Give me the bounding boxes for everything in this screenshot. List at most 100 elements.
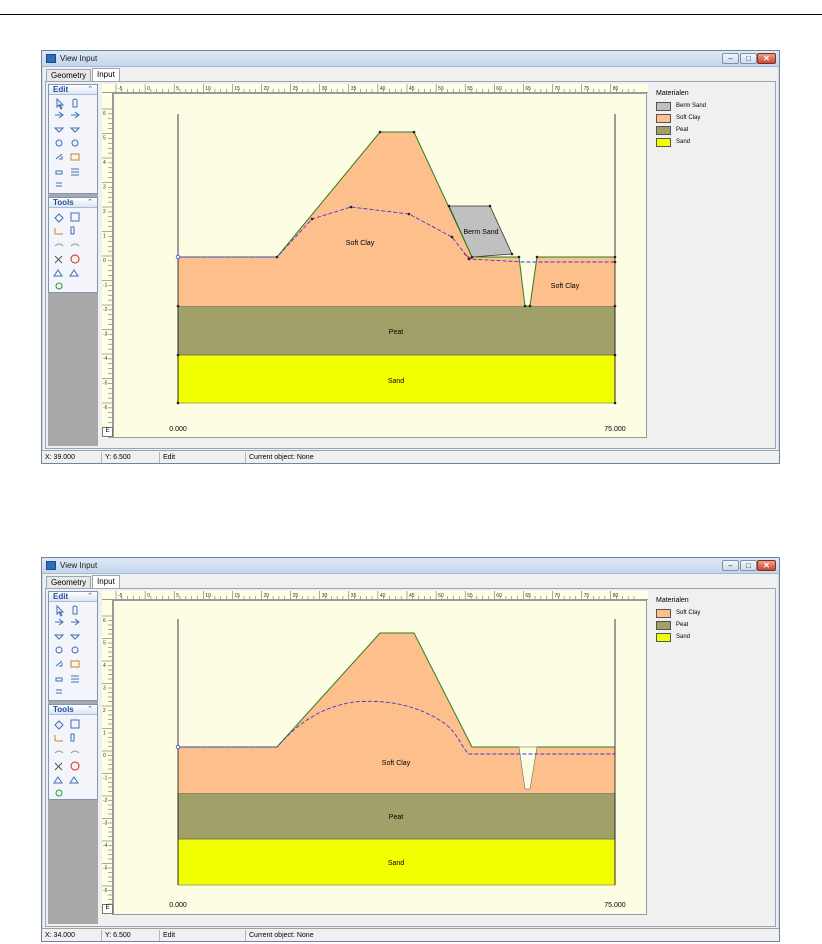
tab-geometry[interactable]: Geometry [46,69,92,81]
close-button[interactable]: ✕ [757,53,776,64]
ruler-label: -1 [103,283,108,289]
grid-icon[interactable] [71,675,79,683]
right-boundary-label: 75.000 [604,426,626,433]
tab-input[interactable]: Input [92,68,120,81]
select-icon[interactable] [56,604,65,617]
edit-panel-header[interactable]: Edit ⌃ [49,592,97,602]
layer-table-icon[interactable] [70,226,75,235]
zoom-extents-icon[interactable] [55,153,63,160]
title-bar[interactable]: View Input – □ ✕ [42,51,779,67]
legend-item[interactable]: Soft Clay [656,114,776,123]
zoom-in-icon[interactable] [55,646,63,654]
undo-icon[interactable] [54,750,64,754]
add-line-icon[interactable] [71,111,80,119]
zoom-out-icon[interactable] [71,646,79,654]
check-geometry-icon[interactable] [54,213,64,223]
ruler-label: 0 [103,753,106,759]
properties-icon[interactable] [70,719,80,729]
export-icon[interactable] [69,269,79,277]
label-peat: Peat [389,329,403,336]
tools-icons [53,212,80,290]
redo-icon[interactable] [70,243,80,247]
origin-point[interactable] [175,744,181,750]
legend-item[interactable]: Peat [656,621,776,630]
add-point-icon[interactable] [55,111,64,119]
measure-icon[interactable] [55,170,63,175]
add-layer-icon[interactable] [69,634,81,640]
check-geometry-icon[interactable] [54,720,64,730]
grid-icon[interactable] [71,168,79,176]
delete-icon[interactable] [54,255,63,264]
minimize-button[interactable]: – [722,53,739,64]
delete-all-icon[interactable] [70,254,80,264]
collapse-icon[interactable]: ⌃ [87,198,93,206]
import-icon[interactable] [53,269,63,277]
add-point-icon[interactable] [55,618,64,626]
ruler-label: 5 [103,136,106,142]
pan-icon[interactable] [72,98,78,108]
view-input-window: View Input – □ ✕ Geometry Input Edit ⌃ T… [41,557,780,942]
redo-icon[interactable] [70,750,80,754]
maximize-button[interactable]: □ [740,53,757,64]
ruler-label: 0 [147,86,150,92]
tab-geometry[interactable]: Geometry [46,576,92,588]
tools-panel-header[interactable]: Tools ⌃ [49,198,97,208]
close-button[interactable]: ✕ [757,560,776,571]
maximize-icon: □ [746,561,751,570]
add-layer-icon[interactable] [69,127,81,133]
delete-all-icon[interactable] [70,761,80,771]
title-bar[interactable]: View Input – □ ✕ [42,558,779,574]
snap-icon[interactable] [56,182,62,187]
add-polyline-icon[interactable] [53,127,65,133]
client-area: Edit ⌃ Tools ⌃ -5 0 5 10 15 20 25 30 35 … [45,81,776,449]
select-icon[interactable] [56,97,65,110]
properties-icon[interactable] [70,212,80,222]
legend-item[interactable]: Soft Clay [656,609,776,618]
layer-soft-clay[interactable] [178,633,524,793]
maximize-button[interactable]: □ [740,560,757,571]
undo-icon[interactable] [54,243,64,247]
ruler-label: -4 [103,843,108,849]
collapse-icon[interactable]: ⌃ [87,705,93,713]
export-icon[interactable] [69,776,79,784]
axis-icon[interactable] [54,735,63,742]
zoom-in-icon[interactable] [55,139,63,147]
measure-icon[interactable] [55,677,63,682]
ruler-label: 35 [351,86,357,92]
calculate-icon[interactable] [55,789,63,797]
minimize-button[interactable]: – [722,560,739,571]
ruler-corner: E [102,427,113,437]
zoom-rect-icon[interactable] [70,153,80,161]
import-icon[interactable] [53,776,63,784]
geometry-canvas[interactable]: Soft Clay Peat Sand 0.000 75.000 [113,600,647,915]
collapse-icon[interactable]: ⌃ [87,85,93,93]
add-line-icon[interactable] [71,618,80,626]
geometry-canvas[interactable]: Soft Clay Berm Sand Soft Clay Peat Sand … [113,93,647,438]
edit-panel-header[interactable]: Edit ⌃ [49,85,97,95]
collapse-icon[interactable]: ⌃ [87,592,93,600]
origin-point[interactable] [175,254,181,260]
minimize-icon: – [728,54,733,63]
zoom-extents-icon[interactable] [55,660,63,667]
zoom-rect-icon[interactable] [70,660,80,668]
ruler-label: 20 [264,593,270,599]
pan-icon[interactable] [72,605,78,615]
ruler-label: 10 [205,593,211,599]
axis-icon[interactable] [54,228,63,235]
tools-panel-header[interactable]: Tools ⌃ [49,705,97,715]
tab-input[interactable]: Input [92,575,120,588]
legend-item[interactable]: Sand [656,633,776,642]
legend-item[interactable]: Peat [656,126,776,135]
add-polyline-icon[interactable] [53,634,65,640]
layer-table-icon[interactable] [70,733,75,742]
close-icon: ✕ [763,54,770,63]
delete-icon[interactable] [54,762,63,771]
calculate-icon[interactable] [55,282,63,290]
edit-panel: Edit ⌃ [48,84,98,194]
legend-item[interactable]: Sand [656,138,776,147]
right-boundary-label: 75.000 [604,902,626,909]
snap-icon[interactable] [56,689,62,694]
ruler-label: 3 [103,185,106,191]
zoom-out-icon[interactable] [71,139,79,147]
legend-item[interactable]: Berm Sand [656,102,776,111]
